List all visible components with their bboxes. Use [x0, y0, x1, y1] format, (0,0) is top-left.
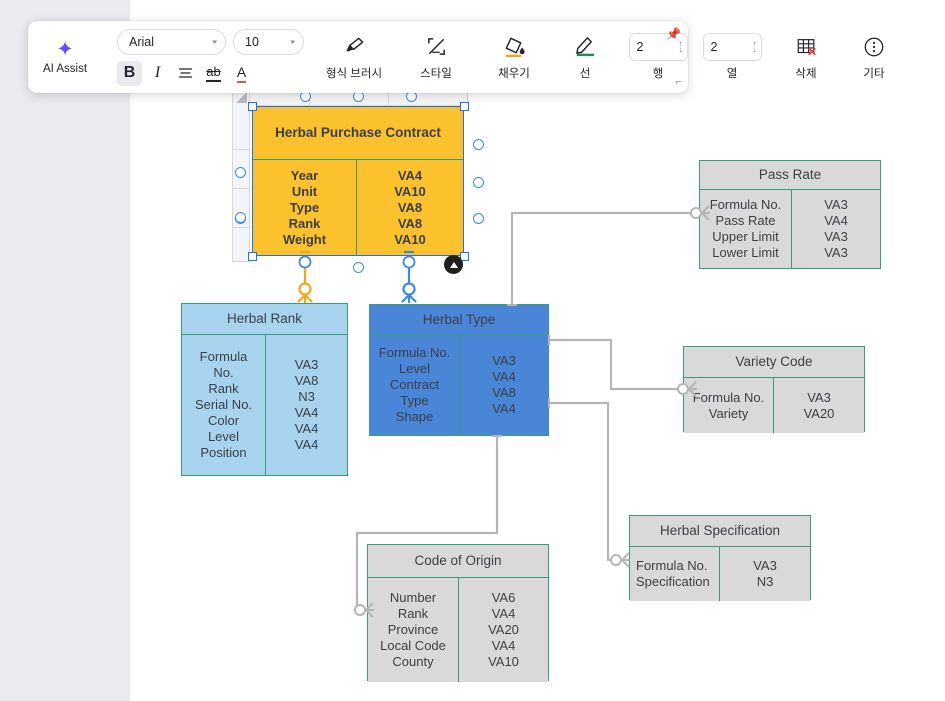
collapse-toggle-button[interactable]	[444, 255, 463, 274]
more-vertical-icon	[863, 34, 885, 60]
italic-label: I	[154, 64, 161, 81]
style-icon	[425, 34, 448, 60]
column-label: 열	[726, 67, 738, 80]
resize-corner-icon[interactable]: ⌐	[676, 76, 682, 88]
paint-brush-icon	[343, 34, 366, 60]
bold-label: B	[123, 64, 136, 81]
chevron-down-icon: ▾	[290, 38, 296, 46]
sparkle-icon: ✦	[56, 38, 74, 61]
row-label: 행	[652, 67, 664, 80]
more-label: 기타	[863, 67, 885, 80]
spinner-icon[interactable]: ↑ ↓	[679, 39, 683, 53]
more-group[interactable]: 기타	[843, 21, 905, 93]
line-group[interactable]: 선	[553, 21, 617, 93]
font-size-value: 10	[245, 34, 259, 49]
pin-icon[interactable]: 📌	[666, 27, 681, 41]
style-group[interactable]: 스타일	[397, 21, 475, 93]
line-label: 선	[579, 67, 591, 80]
fill-label: 채우기	[498, 67, 530, 80]
delete-group[interactable]: 삭제	[773, 21, 839, 93]
chevron-down-icon: ▾	[212, 38, 218, 46]
column-count-value: 2	[710, 39, 718, 54]
font-group[interactable]: Arial ▾ 10 ▾ B I ab A	[106, 21, 311, 93]
ai-assist-label: AI Assist	[42, 63, 88, 75]
strikethrough-button[interactable]: ab	[201, 61, 226, 86]
font-color-label: A	[236, 64, 247, 83]
row-group[interactable]: 2 ↑ ↓ 행	[621, 21, 695, 93]
table-delete-icon	[795, 34, 818, 60]
resize-handle-ne[interactable]	[460, 102, 469, 111]
floating-format-toolbar[interactable]: ✦ AI Assist Arial ▾ 10 ▾ B I ab A 형식 브러시…	[28, 21, 885, 93]
fill-bucket-icon	[503, 34, 526, 60]
column-count-stepper[interactable]: 2 ↑ ↓	[702, 32, 762, 61]
resize-handle-nw[interactable]	[248, 102, 257, 111]
selected-connector-layer	[297, 250, 417, 303]
format-brush-group[interactable]: 형식 브러시	[315, 21, 393, 93]
fill-group[interactable]: 채우기	[475, 21, 553, 93]
strikethrough-label: ab	[206, 64, 221, 82]
resize-handle-sw[interactable]	[248, 252, 257, 261]
font-color-button[interactable]: A	[229, 61, 254, 86]
delete-label: 삭제	[795, 67, 817, 80]
align-left-icon	[178, 68, 193, 78]
triangle-up-icon	[449, 261, 458, 268]
spinner-icon[interactable]: ↑ ↓	[753, 39, 757, 53]
pen-line-icon	[574, 34, 597, 60]
style-label: 스타일	[420, 67, 452, 80]
align-button[interactable]	[173, 61, 198, 86]
italic-button[interactable]: I	[145, 61, 170, 86]
ai-assist-group[interactable]: ✦ AI Assist	[28, 21, 102, 93]
bold-button[interactable]: B	[117, 60, 142, 86]
font-size-select[interactable]: 10 ▾	[233, 28, 304, 55]
row-count-value: 2	[636, 39, 644, 54]
font-family-select[interactable]: Arial ▾	[117, 28, 226, 55]
format-brush-label: 형식 브러시	[325, 67, 383, 80]
column-group[interactable]: 2 ↑ ↓ 열	[695, 21, 769, 93]
font-family-value: Arial	[129, 34, 155, 49]
